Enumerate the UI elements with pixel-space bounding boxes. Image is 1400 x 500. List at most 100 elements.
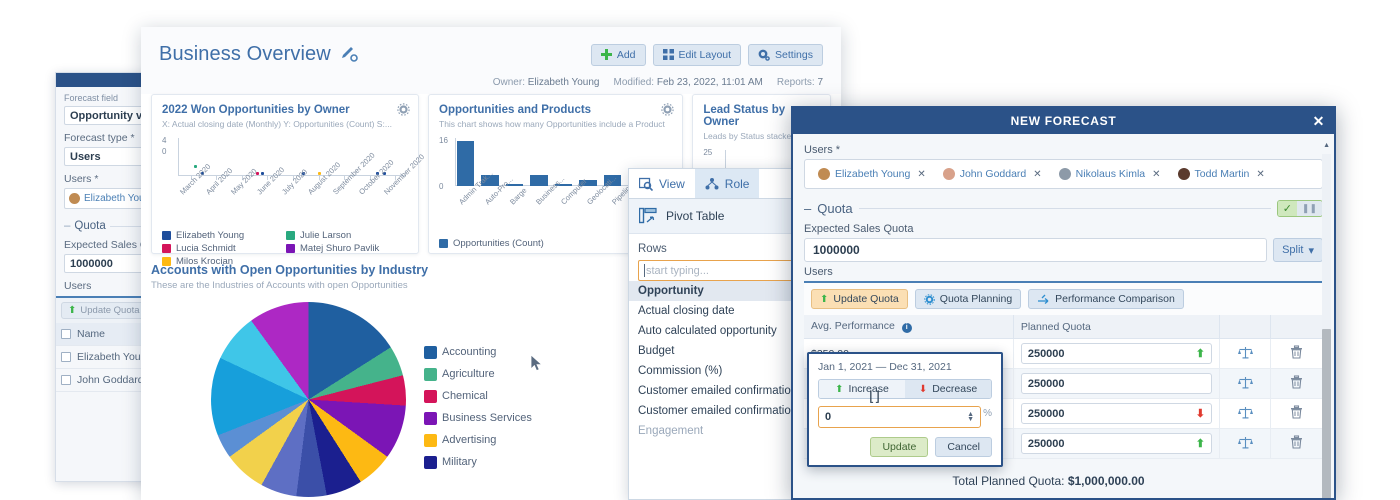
remove-chip-icon[interactable]: ✕ — [1152, 169, 1160, 180]
legend-item[interactable]: Matej Shuro Pavlik — [286, 243, 398, 254]
scales-icon[interactable] — [1238, 436, 1253, 449]
quota-planning-button[interactable]: Quota Planning — [915, 289, 1021, 309]
trash-icon[interactable] — [1290, 435, 1303, 449]
select-all-checkbox[interactable] — [61, 329, 71, 339]
col-avg-performance-label: Avg. Performance — [811, 320, 895, 332]
popup-update-button[interactable]: Update — [870, 437, 928, 457]
menu-item-pivot-table[interactable]: Pivot Table — [629, 199, 807, 234]
legend-swatch — [424, 412, 437, 425]
percent-stepper[interactable]: 0 ▲▼ — [818, 406, 981, 428]
scales-icon[interactable] — [1238, 376, 1253, 389]
legend-item[interactable]: Business Services — [424, 412, 532, 425]
forecast-type-input[interactable]: Users — [64, 147, 152, 166]
cell-delete[interactable] — [1271, 399, 1323, 429]
dialog-scrollbar-thumb[interactable] — [1322, 329, 1331, 499]
planned-quota-input[interactable]: 250000⬆ — [1021, 433, 1212, 454]
cell-scales[interactable] — [1219, 339, 1271, 369]
legend-label: Agriculture — [442, 368, 495, 380]
quota-section-label: Quota — [817, 201, 852, 216]
pivot-option[interactable]: Actual closing date — [629, 301, 807, 321]
gear-icon[interactable] — [661, 103, 674, 119]
legend-swatch — [162, 231, 171, 240]
decrease-button[interactable]: ⬇ Decrease — [905, 380, 991, 398]
tab-view[interactable]: View — [629, 169, 695, 198]
cell-delete[interactable] — [1271, 429, 1323, 459]
rows-input[interactable]: start typing... — [638, 260, 798, 281]
cell-delete[interactable] — [1271, 369, 1323, 399]
scales-icon[interactable] — [1238, 346, 1253, 359]
col-avg-performance: Avg. Performance i — [804, 315, 1013, 339]
user-chip[interactable]: Todd Martin ✕ — [1171, 166, 1272, 182]
users-chipbox[interactable]: Elizabeth Young ✕ John Goddard ✕ Nikolau… — [804, 159, 1323, 189]
increase-button[interactable]: ⬆ Increase — [819, 380, 905, 398]
cell-scales[interactable] — [1219, 369, 1271, 399]
popup-cancel-button[interactable]: Cancel — [935, 437, 992, 457]
expected-quota-input[interactable]: 1000000 — [804, 238, 1267, 262]
collapse-icon[interactable]: – — [804, 201, 811, 216]
tab-role[interactable]: Role — [695, 169, 760, 198]
forecast-field-input[interactable]: Opportunity value — [64, 106, 152, 125]
info-icon[interactable]: i — [902, 323, 912, 333]
split-label: Split — [1282, 244, 1303, 256]
legend-item[interactable]: Chemical — [424, 390, 532, 403]
pivot-option[interactable]: Customer emailed confirmation — [629, 381, 807, 401]
pivot-option[interactable]: Engagement — [629, 421, 807, 441]
planned-quota-input[interactable]: 250000⬆ — [1021, 343, 1212, 364]
left-expected-quota-input[interactable]: 1000000 — [64, 254, 152, 273]
collapse-icon[interactable]: – — [64, 220, 70, 232]
up-arrow-icon: ⬆ — [1196, 437, 1205, 450]
legend-item[interactable]: Lucia Schmidt — [162, 243, 274, 254]
user-chip[interactable]: Nikolaus Kimla ✕ — [1052, 166, 1168, 182]
left-update-quota-button[interactable]: ⬆ Update Quota — [61, 302, 147, 319]
legend-item[interactable]: Military — [424, 456, 532, 469]
update-quota-button[interactable]: ⬆ Update Quota — [811, 289, 908, 309]
settings-button[interactable]: Settings — [748, 44, 823, 66]
close-icon[interactable]: ✕ — [1313, 113, 1325, 130]
left-users-chipbox[interactable]: Elizabeth Young — [64, 188, 152, 209]
pivot-option[interactable]: Opportunity — [629, 281, 807, 301]
user-chip[interactable]: Elizabeth Young ✕ — [811, 166, 933, 182]
quota-toggle[interactable]: ✓ ❚❚ — [1277, 200, 1323, 217]
pivot-option[interactable]: Customer emailed confirmation — [629, 401, 807, 421]
scales-icon[interactable] — [1238, 406, 1253, 419]
cell-planned-quota: 250000⬇ — [1013, 399, 1219, 429]
cell-scales[interactable] — [1219, 429, 1271, 459]
pivot-option[interactable]: Budget — [629, 341, 807, 361]
pivot-option[interactable]: Commission (%) — [629, 361, 807, 381]
legend-item[interactable]: Agriculture — [424, 368, 532, 381]
stepper-arrows-icon[interactable]: ▲▼ — [967, 412, 974, 422]
planned-quota-input[interactable]: 250000⬇ — [1021, 403, 1212, 424]
scroll-up-icon[interactable]: ▲ — [1323, 142, 1330, 149]
legend-item[interactable]: Accounting — [424, 346, 532, 359]
row-checkbox[interactable] — [61, 375, 71, 385]
remove-chip-icon[interactable]: ✕ — [1256, 169, 1264, 180]
pie-chart — [211, 302, 406, 497]
remove-chip-icon[interactable]: ✕ — [1033, 169, 1041, 180]
pivot-option[interactable]: Auto calculated opportunity — [629, 321, 807, 341]
add-button[interactable]: Add — [591, 44, 646, 66]
trash-icon[interactable] — [1290, 405, 1303, 419]
edit-layout-button[interactable]: Edit Layout — [653, 44, 742, 66]
remove-chip-icon[interactable]: ✕ — [917, 169, 925, 180]
split-button[interactable]: Split ▾ — [1273, 238, 1323, 262]
percent-unit: % — [983, 408, 992, 419]
cell-delete[interactable] — [1271, 339, 1323, 369]
legend-swatch — [162, 244, 171, 253]
widget-title: Opportunities and Products — [439, 104, 672, 116]
cell-scales[interactable] — [1219, 399, 1271, 429]
legend-item[interactable]: Advertising — [424, 434, 532, 447]
widget-subtitle: X: Actual closing date (Monthly) Y: Oppo… — [162, 119, 408, 130]
trash-icon[interactable] — [1290, 345, 1303, 359]
data-point — [261, 172, 264, 175]
user-chip[interactable]: John Goddard ✕ — [936, 166, 1049, 182]
planned-quota-input[interactable]: 250000 — [1021, 373, 1212, 394]
plus-icon — [601, 49, 612, 60]
expected-quota-label: Expected Sales Quota — [804, 223, 1323, 235]
performance-comparison-button[interactable]: Performance Comparison — [1028, 289, 1184, 309]
pencil-gear-icon[interactable] — [340, 44, 358, 65]
legend-label: Accounting — [442, 346, 496, 358]
gear-icon[interactable] — [397, 103, 410, 119]
dashboard-meta: Owner: Elizabeth Young Modified: Feb 23,… — [159, 77, 823, 88]
row-checkbox[interactable] — [61, 352, 71, 362]
trash-icon[interactable] — [1290, 375, 1303, 389]
